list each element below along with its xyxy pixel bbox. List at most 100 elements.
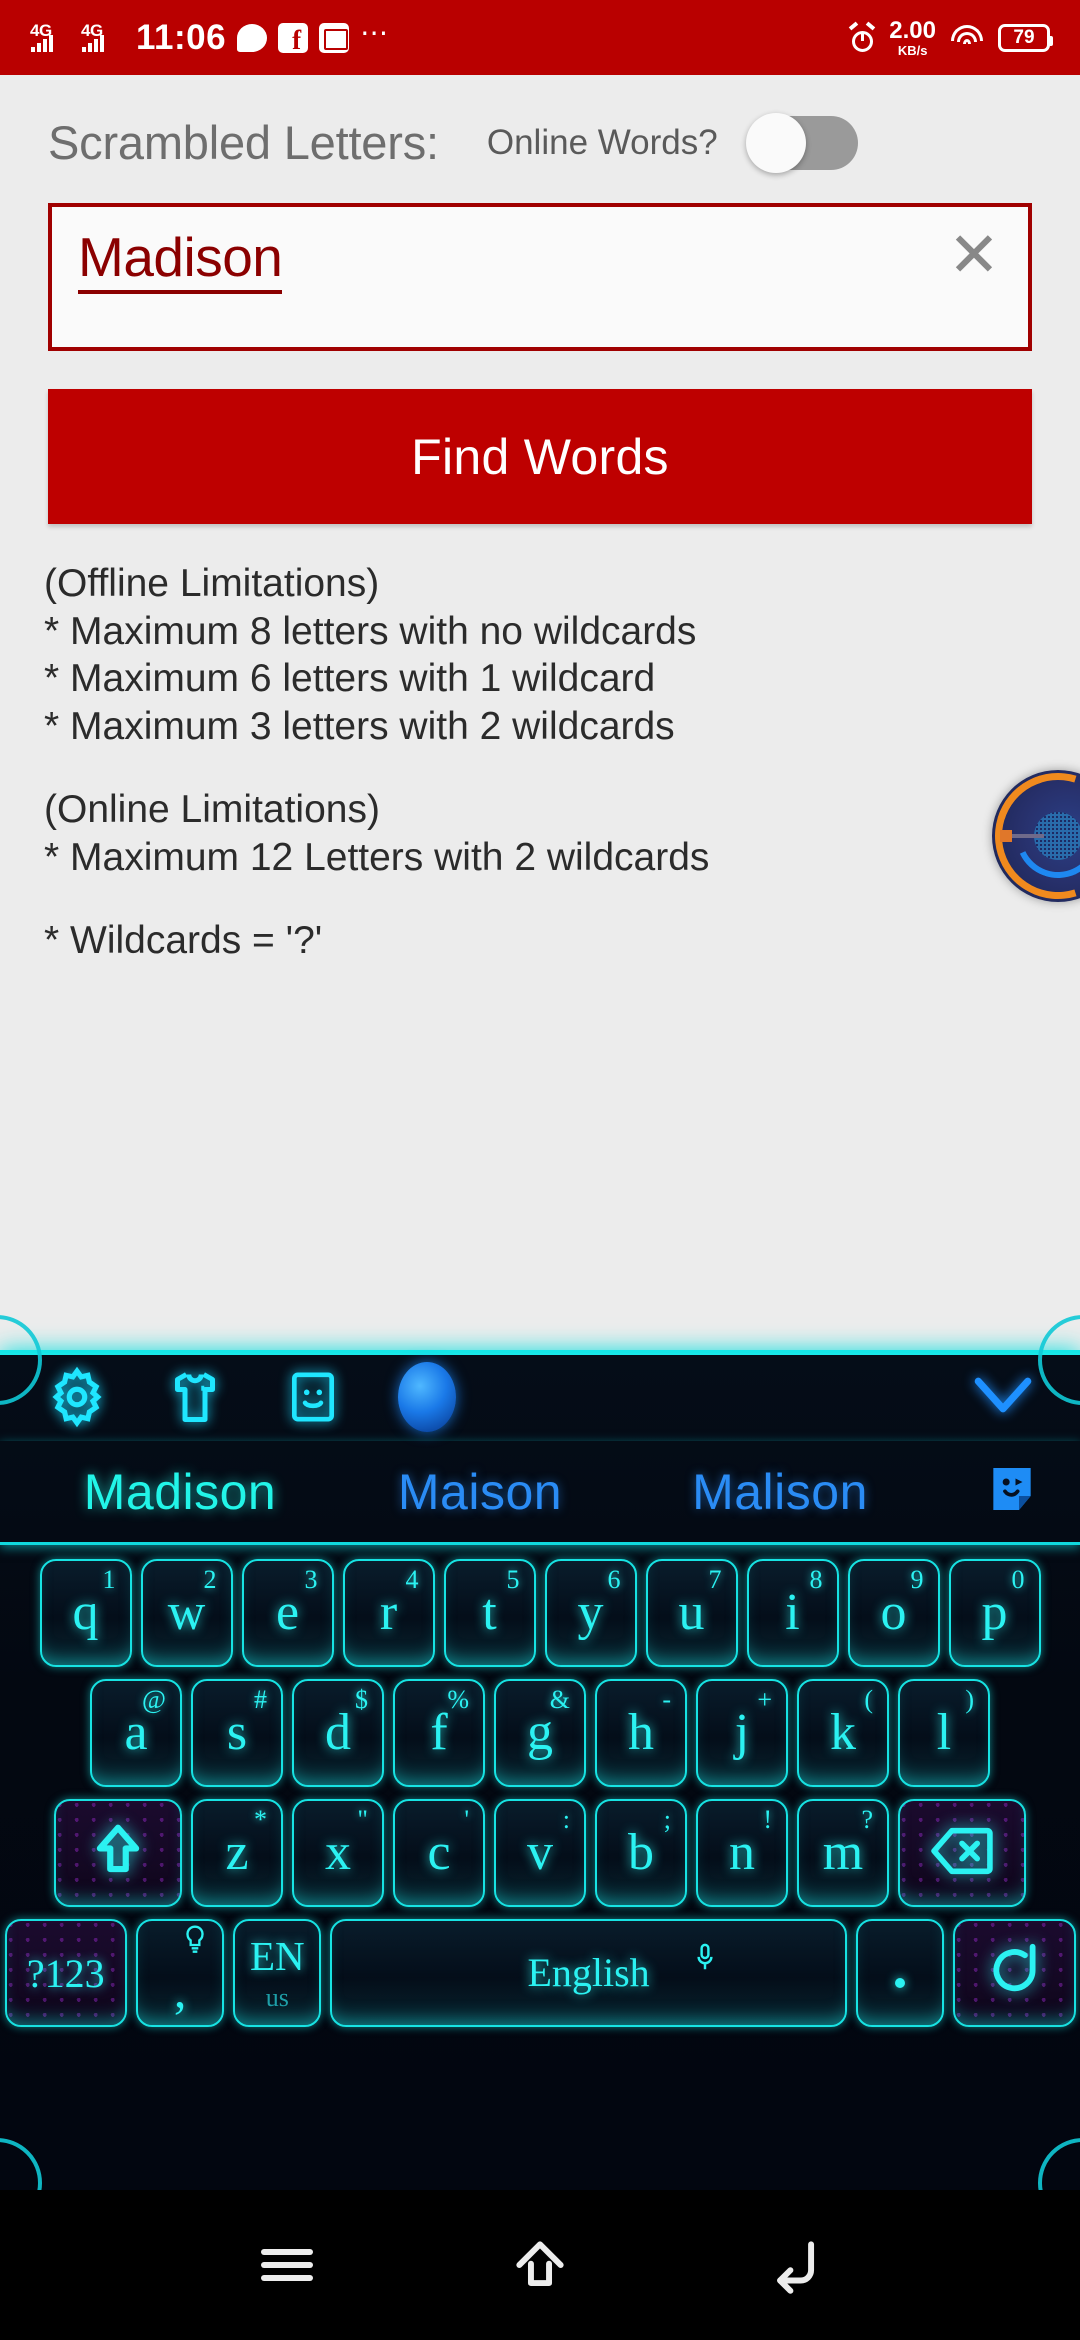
key-h[interactable]: -h	[595, 1679, 687, 1787]
space-key[interactable]: English	[330, 1919, 847, 2027]
key-label: e	[275, 1584, 300, 1641]
key-w[interactable]: 2w	[140, 1559, 233, 1667]
key-x[interactable]: " x	[292, 1799, 384, 1907]
chevron-down-icon[interactable]	[970, 1373, 1036, 1422]
facebook-icon	[278, 22, 309, 56]
comma-key[interactable]: ,	[136, 1919, 225, 2027]
sticker-icon[interactable]	[984, 1459, 1040, 1524]
keyboard-row-3: * z " x ' c :v ; b ! n ? m	[0, 1799, 1080, 1907]
key-sup: (	[864, 1685, 873, 1714]
key-d[interactable]: $ d	[292, 1679, 384, 1787]
enter-icon	[985, 1941, 1043, 2006]
key-label: y	[577, 1584, 604, 1641]
battery-percent: 79	[1013, 26, 1035, 48]
signal-icon-sim2: 4G	[81, 21, 121, 55]
wildcard-note: * Wildcards = '?'	[44, 919, 323, 963]
scrambled-letters-input[interactable]: Madison	[78, 228, 283, 294]
key-sup: 2	[203, 1565, 217, 1594]
key-p[interactable]: 0p	[948, 1559, 1041, 1667]
keyboard-row-4: ?123 , EN us English	[0, 1919, 1080, 2027]
toggle-thumb	[745, 112, 806, 173]
back-icon[interactable]	[748, 2230, 838, 2300]
period-key[interactable]	[855, 1919, 944, 2027]
key-c[interactable]: ' c	[393, 1799, 485, 1907]
home-icon[interactable]	[495, 2230, 585, 2300]
tshirt-icon[interactable]	[162, 1364, 228, 1430]
space-label: English	[527, 1950, 650, 1995]
notes-spacer-1	[44, 750, 1080, 786]
key-b[interactable]: ; b	[595, 1799, 687, 1907]
symbols-key[interactable]: ?123	[4, 1919, 128, 2027]
key-i[interactable]: 8i	[746, 1559, 839, 1667]
status-bar-left: 4G 4G 11:06 ⋯	[30, 18, 390, 58]
options-row: Scrambled Letters: Online Words?	[0, 75, 1080, 173]
key-sup: 5	[506, 1565, 520, 1594]
key-l[interactable]: ) l	[898, 1679, 990, 1787]
key-z[interactable]: * z	[191, 1799, 283, 1907]
key-q[interactable]: 1q	[39, 1559, 132, 1667]
key-f[interactable]: % f	[393, 1679, 485, 1787]
backspace-key[interactable]	[898, 1799, 1026, 1907]
key-label: k	[830, 1704, 856, 1761]
wifi-icon	[950, 24, 984, 51]
key-label: h	[628, 1704, 654, 1761]
suggestion-0[interactable]: Madison	[30, 1463, 330, 1521]
key-m[interactable]: ? m	[797, 1799, 889, 1907]
key-k[interactable]: (k	[797, 1679, 889, 1787]
key-sup: '	[464, 1805, 469, 1834]
language-key[interactable]: EN us	[233, 1919, 322, 2027]
status-bar-clock: 11:06	[136, 17, 227, 57]
key-n[interactable]: ! n	[696, 1799, 788, 1907]
clear-input-icon[interactable]: ✕	[948, 225, 1000, 286]
key-label: c	[427, 1824, 451, 1881]
limitations-notes: (Offline Limitations) * Maximum 8 letter…	[44, 560, 1080, 965]
gear-icon[interactable]	[44, 1364, 110, 1430]
shift-key[interactable]	[54, 1799, 182, 1907]
data-rate-value: 2.00	[889, 16, 936, 44]
key-s[interactable]: # s	[191, 1679, 283, 1787]
key-sup: 4	[405, 1565, 419, 1594]
phone-screen: 4G 4G 11:06 ⋯ 2.00 KB/s 79	[0, 0, 1080, 2340]
online-words-toggle[interactable]	[745, 112, 858, 173]
key-sup: +	[757, 1685, 772, 1714]
signal-bars-sim2	[82, 34, 104, 52]
language-secondary: us	[265, 1982, 289, 2012]
key-a[interactable]: @ a	[90, 1679, 182, 1787]
emoji-face-icon[interactable]	[280, 1364, 346, 1430]
key-label: s	[226, 1704, 248, 1761]
key-y[interactable]: 6y	[544, 1559, 637, 1667]
microphone-icon	[695, 1943, 715, 1978]
symbols-label: ?123	[26, 1950, 105, 1996]
key-r[interactable]: 4r	[342, 1559, 435, 1667]
key-label: w	[167, 1584, 206, 1641]
enter-key[interactable]	[952, 1919, 1076, 2027]
key-sup: $	[355, 1685, 368, 1714]
key-sup: #	[254, 1685, 267, 1714]
suggestion-1[interactable]: Maison	[330, 1463, 630, 1521]
overflow-dots-icon: ⋯	[360, 16, 391, 48]
key-label: j	[734, 1704, 750, 1761]
key-v[interactable]: :v	[494, 1799, 586, 1907]
key-label: x	[325, 1824, 351, 1881]
online-limitation-1: * Maximum 12 Letters with 2 wildcards	[44, 835, 710, 879]
scrambled-letters-input-wrapper[interactable]: Madison ✕	[48, 203, 1032, 351]
data-rate-indicator: 2.00 KB/s	[889, 16, 936, 57]
key-o[interactable]: 9o	[847, 1559, 940, 1667]
key-sup: 1	[102, 1565, 116, 1594]
key-sup: *	[254, 1805, 267, 1834]
lightbulb-icon	[182, 1925, 208, 1962]
key-e[interactable]: 3e	[241, 1559, 334, 1667]
key-g[interactable]: & g	[494, 1679, 586, 1787]
alarm-icon	[849, 21, 876, 52]
keyboard-rows: 1q 2w 3e 4r 5t 6y 7u 8i 9o 0p @ a # s $ d %…	[0, 1545, 1080, 2027]
key-j[interactable]: + j	[696, 1679, 788, 1787]
blue-orb-icon[interactable]	[398, 1362, 456, 1432]
status-bar: 4G 4G 11:06 ⋯ 2.00 KB/s 79	[0, 0, 1080, 75]
find-words-button[interactable]: Find Words	[48, 389, 1032, 524]
key-sup: 3	[304, 1565, 318, 1594]
period-label	[894, 1978, 905, 1988]
key-t[interactable]: 5t	[443, 1559, 536, 1667]
recents-icon[interactable]	[242, 2230, 332, 2300]
key-u[interactable]: 7u	[645, 1559, 738, 1667]
suggestion-2[interactable]: Malison	[630, 1463, 930, 1521]
